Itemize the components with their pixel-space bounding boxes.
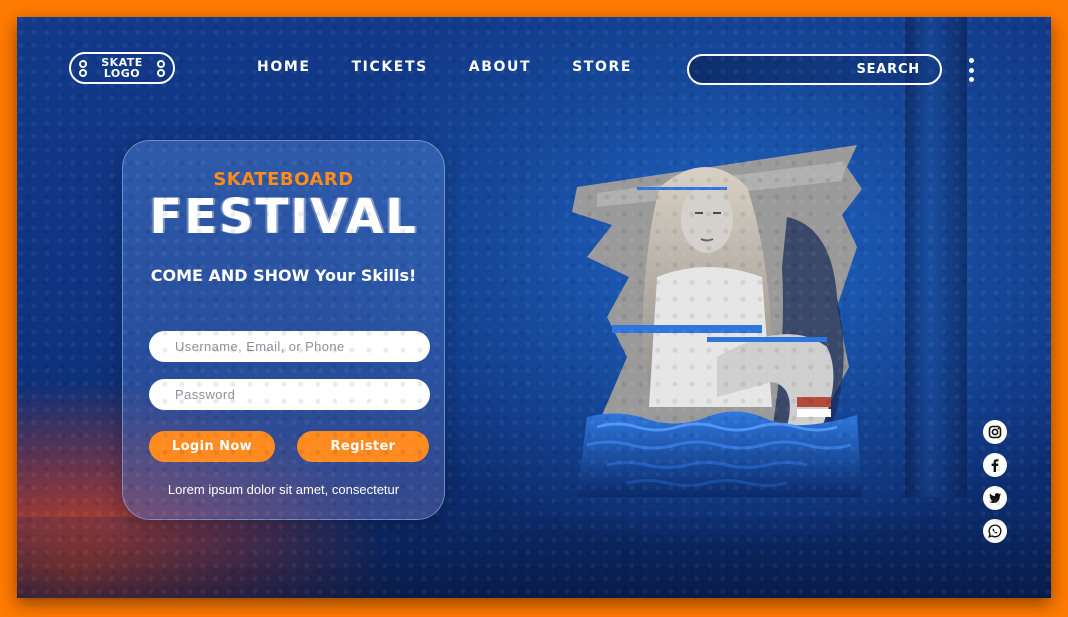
password-input[interactable] xyxy=(149,379,430,410)
hero-photo-illustration xyxy=(572,145,862,497)
site-logo[interactable]: SKATE LOGO xyxy=(69,52,175,84)
facebook-icon[interactable] xyxy=(983,453,1007,477)
card-headline: FESTIVAL xyxy=(149,189,418,245)
whatsapp-icon[interactable] xyxy=(983,519,1007,543)
wheel-icon xyxy=(79,69,87,77)
search-bar[interactable]: SEARCH xyxy=(687,54,942,85)
social-links xyxy=(983,420,1007,543)
wheel-icon xyxy=(157,60,165,68)
background-pillar xyxy=(905,17,967,497)
menu-dot xyxy=(968,77,974,82)
nav-tickets[interactable]: TICKETS xyxy=(352,59,428,75)
logo-text-line2: LOGO xyxy=(103,67,141,80)
landing-page: SKATE LOGO HOME TICKETS ABOUT STORE SEAR… xyxy=(17,17,1051,598)
username-input[interactable] xyxy=(149,331,430,362)
nav-about[interactable]: ABOUT xyxy=(469,59,531,75)
twitter-icon[interactable] xyxy=(983,486,1007,510)
register-button[interactable]: Register xyxy=(297,431,429,462)
login-button[interactable]: Login Now xyxy=(149,431,275,462)
search-label: SEARCH xyxy=(856,62,920,77)
menu-dot xyxy=(968,67,974,73)
login-card: SKATEBOARD FESTIVAL COME AND SHOW Your S… xyxy=(122,140,445,520)
nav-home[interactable]: HOME xyxy=(257,59,311,75)
kebab-menu-icon[interactable] xyxy=(967,58,975,82)
instagram-icon[interactable] xyxy=(983,420,1007,444)
card-footnote: Lorem ipsum dolor sit amet, consectetur xyxy=(167,482,400,497)
wheel-icon xyxy=(157,69,165,77)
wheel-icon xyxy=(79,60,87,68)
hero-photo xyxy=(557,127,862,497)
nav-store[interactable]: STORE xyxy=(572,59,632,75)
card-tagline: COME AND SHOW Your Skills! xyxy=(150,266,417,285)
menu-dot xyxy=(968,58,974,63)
logo-text: SKATE LOGO xyxy=(101,57,143,79)
background-floor xyxy=(17,517,1051,598)
card-kicker: SKATEBOARD xyxy=(213,169,354,190)
main-nav: HOME TICKETS ABOUT STORE xyxy=(257,59,632,75)
